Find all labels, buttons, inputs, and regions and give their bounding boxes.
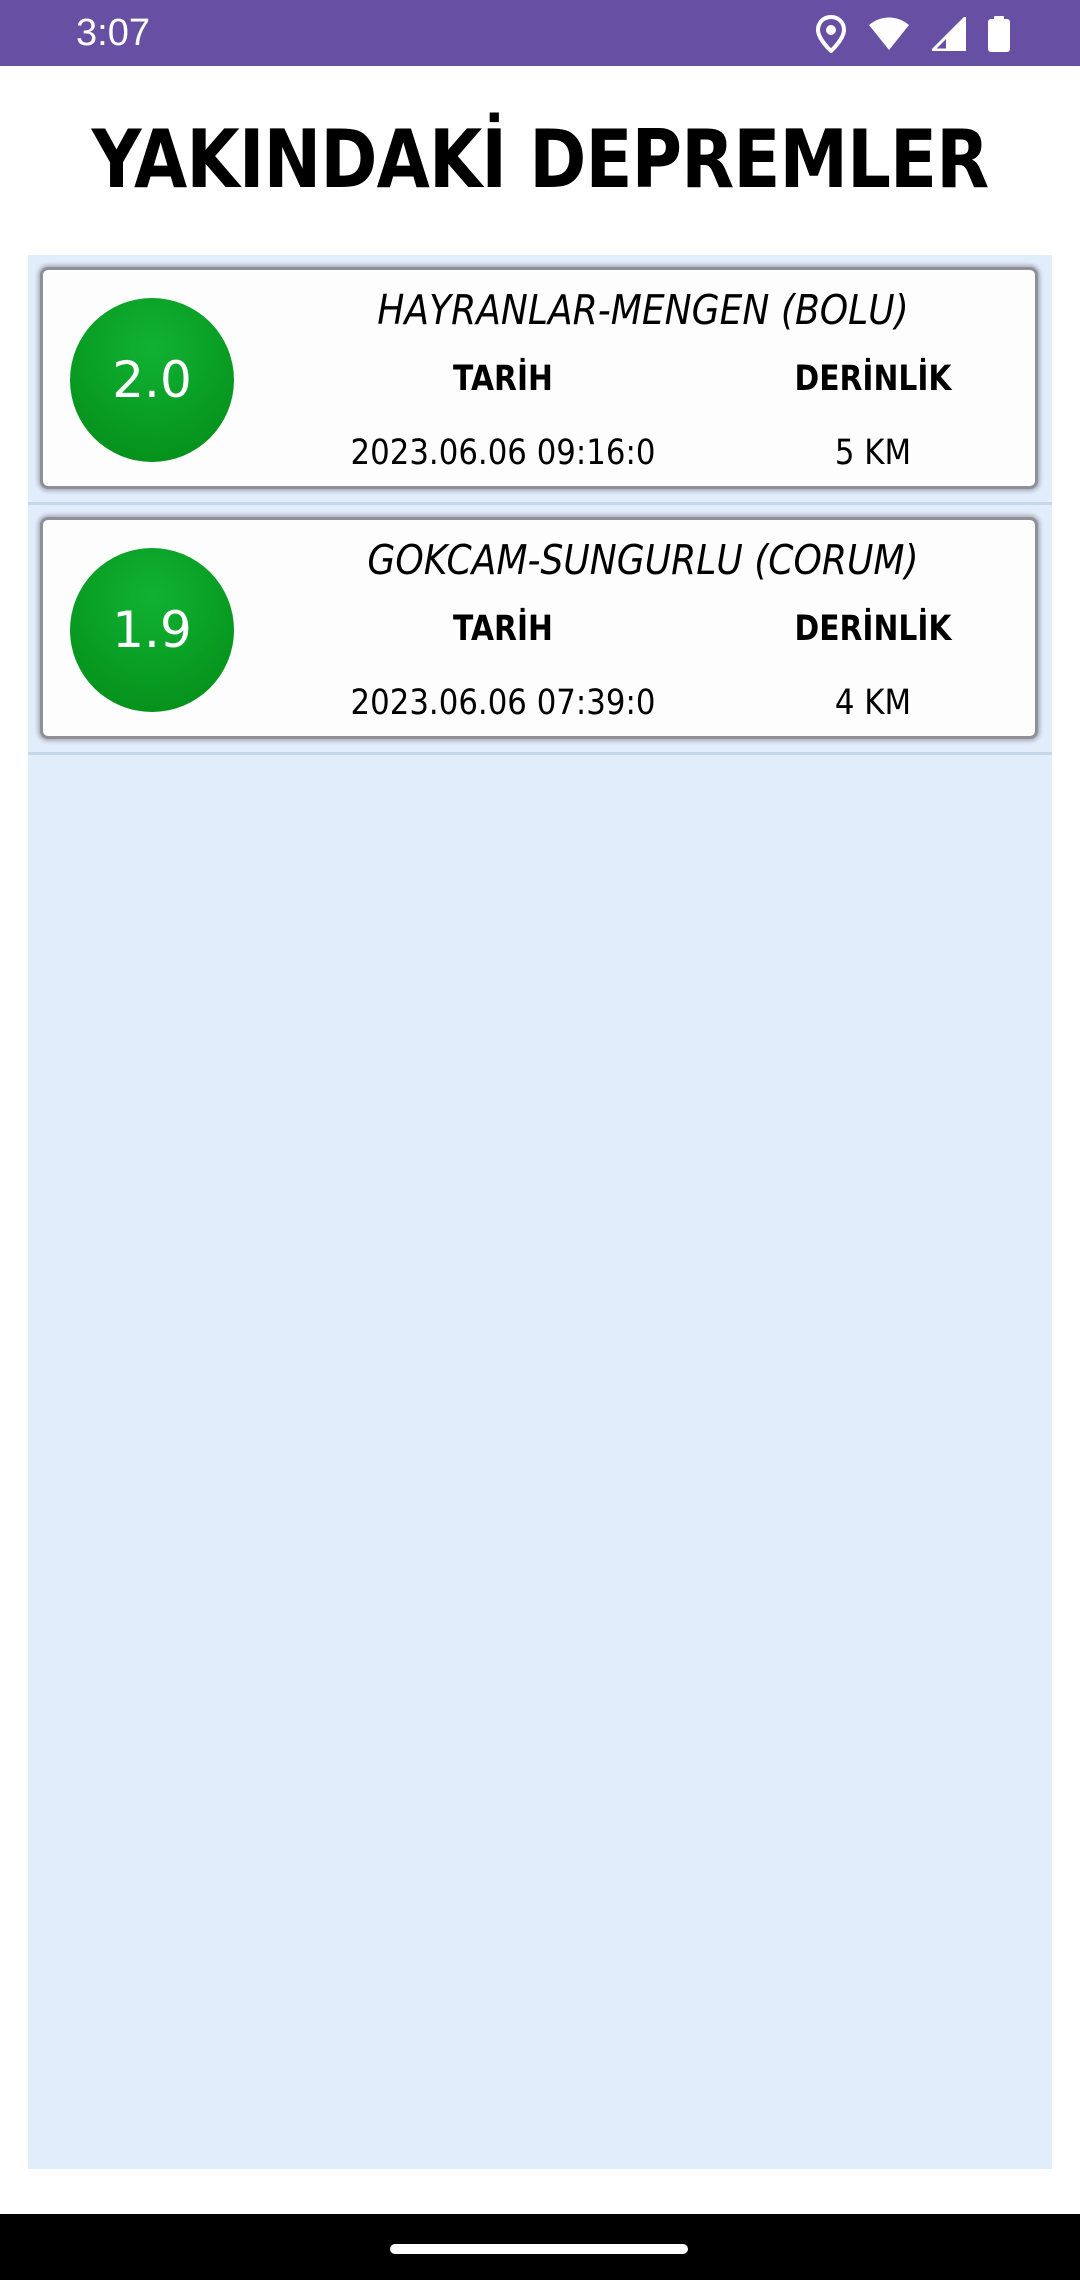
earthquake-list[interactable]: 2.0 HAYRANLAR-MENGEN (BOLU) TARİH DERİNL… [28, 255, 1052, 2169]
status-bar: 3:07 [0, 0, 1080, 66]
depth-value: 4 KM [834, 683, 912, 723]
date-value: 2023.06.06 09:16:0 [350, 433, 656, 473]
depth-label: DERİNLİK [794, 609, 952, 649]
location-name: HAYRANLAR-MENGEN (BOLU) [377, 286, 909, 334]
magnitude-badge: 1.9 [70, 548, 234, 712]
list-item[interactable]: 2.0 HAYRANLAR-MENGEN (BOLU) TARİH DERİNL… [28, 255, 1052, 505]
location-icon [816, 15, 846, 53]
date-label: TARİH [453, 359, 553, 399]
status-icons [816, 14, 1010, 54]
earthquake-card[interactable]: 2.0 HAYRANLAR-MENGEN (BOLU) TARİH DERİNL… [40, 267, 1038, 489]
list-item[interactable]: 1.9 GOKCAM-SUNGURLU (CORUM) TARİH DERİNL… [28, 505, 1052, 755]
date-value: 2023.06.06 07:39:0 [350, 683, 656, 723]
earthquake-card[interactable]: 1.9 GOKCAM-SUNGURLU (CORUM) TARİH DERİNL… [40, 517, 1038, 739]
battery-icon [988, 16, 1010, 52]
home-gesture-handle[interactable] [390, 2244, 688, 2254]
page-title: YAKINDAKİ DEPREMLER [91, 113, 990, 206]
date-label: TARİH [453, 609, 553, 649]
navigation-bar [0, 2214, 1080, 2280]
wifi-icon [868, 17, 910, 51]
location-name: GOKCAM-SUNGURLU (CORUM) [367, 536, 919, 584]
signal-icon [932, 17, 966, 51]
depth-value: 5 KM [834, 433, 912, 473]
depth-label: DERİNLİK [794, 359, 952, 399]
status-time: 3:07 [76, 12, 150, 54]
magnitude-badge: 2.0 [70, 298, 234, 462]
